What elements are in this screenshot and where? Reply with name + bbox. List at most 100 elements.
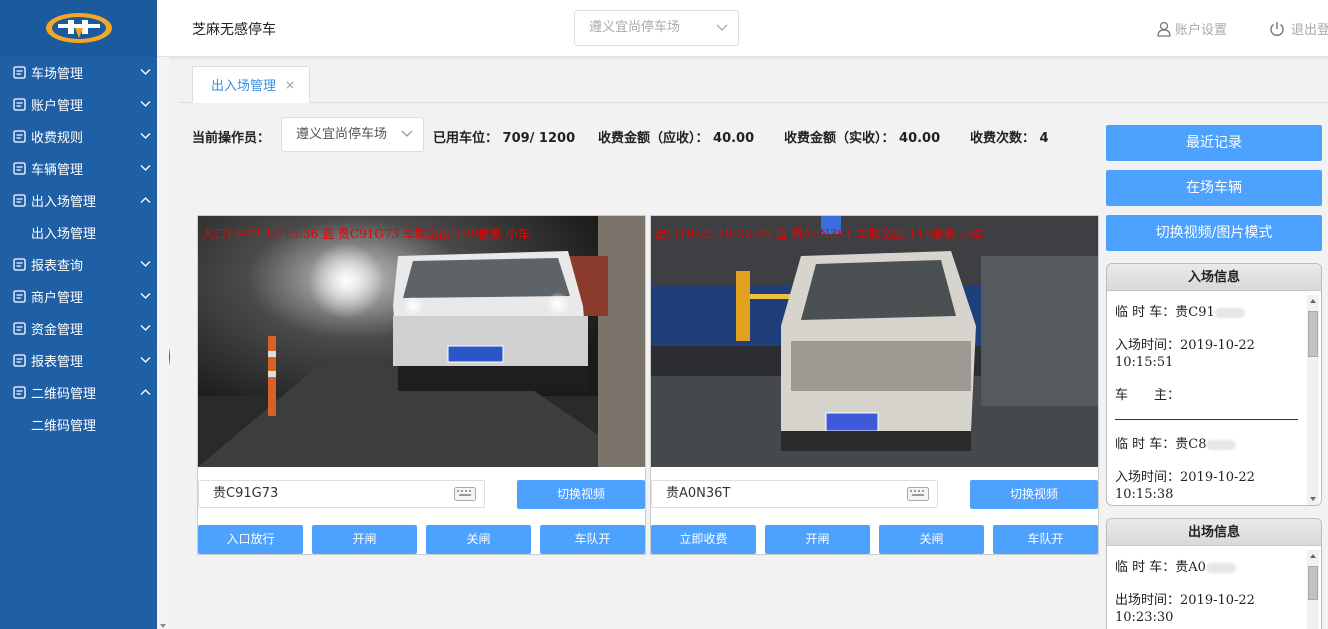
entry-camera-panel: 入口10-22 10:15:36 蓝 贵C91G73 车牌宽度:120像素 小车… xyxy=(197,215,646,555)
chevron-down-icon xyxy=(401,118,413,164)
entry-convoy-open-button[interactable]: 车队开 xyxy=(540,525,645,554)
sidebar-subitem[interactable]: 二维码管理 xyxy=(0,408,157,440)
scrollbar-thumb[interactable] xyxy=(1308,566,1318,600)
keyboard-icon[interactable] xyxy=(454,487,476,501)
entry-plate-input[interactable]: 贵C91G73 xyxy=(198,480,485,508)
sidebar-item-label: 报表管理 xyxy=(31,354,84,370)
exit-time-label: 出场时间：2019-10-22 xyxy=(1115,593,1255,608)
chevron-down-icon xyxy=(133,260,157,268)
entry-time-value: 10:15:51 xyxy=(1115,355,1174,370)
gate-icon xyxy=(12,193,26,207)
sidebar-item-label: 出入场管理 xyxy=(31,194,97,210)
sidebar-subitem[interactable]: 出入场管理 xyxy=(0,216,157,248)
power-icon xyxy=(1270,21,1284,36)
operator-select[interactable]: 遵义宜尚停车场 xyxy=(281,117,424,152)
report-icon xyxy=(12,353,26,367)
logo-icon xyxy=(45,13,112,43)
sidebar-item-label: 商户管理 xyxy=(31,290,84,306)
parking-lot-select[interactable]: 遵义宜尚停车场 xyxy=(574,10,739,46)
switch-video-image-mode-button[interactable]: 切换视频/图片模式 xyxy=(1106,215,1322,251)
exit-open-gate-button[interactable]: 开闸 xyxy=(765,525,870,554)
exit-plate-value: 贵A0N36T xyxy=(666,486,731,501)
top-header: 芝麻无感停车 遵义宜尚停车场 账户设置 退出登录 xyxy=(157,0,1328,57)
entry-close-gate-button[interactable]: 关闸 xyxy=(426,525,531,554)
entry-info-panel: 入场信息 临 时 车：贵C91 入场时间：2019-10-22 10:15:51… xyxy=(1106,263,1322,506)
sidebar-item-label: 账户管理 xyxy=(31,98,84,114)
exit-info-list[interactable]: 临 时 车：贵A0 出场时间：2019-10-22 10:23:30 xyxy=(1107,546,1321,629)
tab-entry-exit[interactable]: 出入场管理 × xyxy=(192,66,310,103)
entry-record-type: 临 时 车：贵C91 xyxy=(1115,305,1215,320)
sidebar-item-2[interactable]: 收费规则 xyxy=(0,120,157,152)
sidebar-item-0[interactable]: 车场管理 xyxy=(0,56,157,88)
entry-camera-video: 入口10-22 10:15:36 蓝 贵C91G73 车牌宽度:120像素 小车 xyxy=(198,216,645,467)
sidebar-item-6[interactable]: 商户管理 xyxy=(0,280,157,312)
sidebar-item-9[interactable]: 二维码管理 xyxy=(0,376,157,408)
vehicles-in-lot-button[interactable]: 在场车辆 xyxy=(1106,170,1322,206)
scrollbar-thumb[interactable] xyxy=(1308,311,1318,357)
sidebar-item-7[interactable]: 资金管理 xyxy=(0,312,157,344)
entry-camera-overlay: 入口10-22 10:15:36 蓝 贵C91G73 车牌宽度:120像素 小车 xyxy=(202,227,530,241)
qrcode-icon xyxy=(12,385,26,399)
close-icon[interactable]: × xyxy=(285,78,295,92)
entry-action-buttons: 入口放行 开闸 关闸 车队开 xyxy=(198,525,645,554)
exit-camera-video: 出口10-22 10:22:09 蓝 贵A0N36T 车牌宽度:115像素 小车 xyxy=(651,216,1098,467)
sidebar: 车场管理 账户管理 收费规则 车辆管理 出入场管理 出入场管理 报表查询 商户管理 资金管理 报表… xyxy=(0,0,157,629)
sidebar-item-8[interactable]: 报表管理 xyxy=(0,344,157,376)
exit-time-value: 10:23:30 xyxy=(1115,610,1174,625)
exit-info-scrollbar[interactable] xyxy=(1307,550,1319,629)
sidebar-item-label: 报表查询 xyxy=(31,258,84,274)
sidebar-item-3[interactable]: 车辆管理 xyxy=(0,152,157,184)
sidebar-item-1[interactable]: 账户管理 xyxy=(0,88,157,120)
exit-camera-image xyxy=(651,216,1098,467)
fund-icon xyxy=(12,321,26,335)
sidebar-item-label: 收费规则 xyxy=(31,130,84,146)
exit-camera-overlay: 出口10-22 10:22:09 蓝 贵A0N36T 车牌宽度:115像素 小车 xyxy=(655,227,984,241)
keyboard-icon[interactable] xyxy=(907,487,929,501)
exit-info-title: 出场信息 xyxy=(1107,519,1321,546)
sidebar-item-label: 资金管理 xyxy=(31,322,84,338)
chevron-down-icon xyxy=(133,68,157,76)
entry-info-scrollbar[interactable] xyxy=(1307,295,1319,505)
entry-camera-image xyxy=(198,216,645,467)
entry-record-type: 临 时 车：贵C8 xyxy=(1115,437,1207,452)
account-settings-link[interactable]: 账户设置 xyxy=(1157,19,1227,38)
exit-close-gate-button[interactable]: 关闸 xyxy=(879,525,984,554)
fee-paid: 收费金额（实收）： 40.00 xyxy=(784,131,941,146)
fee-icon xyxy=(12,129,26,143)
sidebar-item-label: 车场管理 xyxy=(31,66,84,82)
logout-label: 退出登录 xyxy=(1291,23,1328,38)
masked-plate xyxy=(1205,562,1236,573)
user-icon xyxy=(1157,21,1171,37)
chevron-down-icon xyxy=(133,292,157,300)
entry-time-label: 入场时间：2019-10-22 xyxy=(1115,470,1255,485)
logout-link[interactable]: 退出登录 xyxy=(1269,19,1328,38)
parking-lot-icon xyxy=(12,65,26,79)
used-spaces: 已用车位： 709/ 1200 xyxy=(433,131,576,146)
merchant-icon xyxy=(12,289,26,303)
sidebar-item-5[interactable]: 报表查询 xyxy=(0,248,157,280)
exit-charge-now-button[interactable]: 立即收费 xyxy=(651,525,756,554)
exit-switch-video-button[interactable]: 切换视频 xyxy=(970,480,1098,509)
exit-plate-input[interactable]: 贵A0N36T xyxy=(651,480,938,508)
page-scrollbar[interactable] xyxy=(157,57,169,629)
exit-record-1: 临 时 车：贵A0 xyxy=(1115,559,1321,576)
entry-time-label: 入场时间：2019-10-22 xyxy=(1115,338,1255,353)
exit-convoy-open-button[interactable]: 车队开 xyxy=(993,525,1098,554)
entry-time-value: 10:15:38 xyxy=(1115,487,1174,502)
record-divider xyxy=(1115,419,1298,420)
entry-release-button[interactable]: 入口放行 xyxy=(198,525,303,554)
recent-records-button[interactable]: 最近记录 xyxy=(1106,125,1322,161)
entry-info-title: 入场信息 xyxy=(1107,264,1321,291)
fee-due: 收费金额（应收）： 40.00 xyxy=(598,131,755,146)
sidebar-item-label: 车辆管理 xyxy=(31,162,84,178)
report-search-icon xyxy=(12,257,26,271)
entry-open-gate-button[interactable]: 开闸 xyxy=(312,525,417,554)
sidebar-item-4[interactable]: 出入场管理 xyxy=(0,184,157,216)
chevron-down-icon xyxy=(133,100,157,108)
chevron-down-icon xyxy=(133,164,157,172)
entry-info-list[interactable]: 临 时 车：贵C91 入场时间：2019-10-22 10:15:51 车 主：… xyxy=(1107,291,1321,505)
account-settings-label: 账户设置 xyxy=(1175,23,1228,38)
entry-switch-video-button[interactable]: 切换视频 xyxy=(517,480,645,509)
exit-action-buttons: 立即收费 开闸 关闸 车队开 xyxy=(651,525,1098,554)
status-bar: 当前操作员： 遵义宜尚停车场 已用车位： 709/ 1200 收费金额（应收）：… xyxy=(192,117,1092,153)
